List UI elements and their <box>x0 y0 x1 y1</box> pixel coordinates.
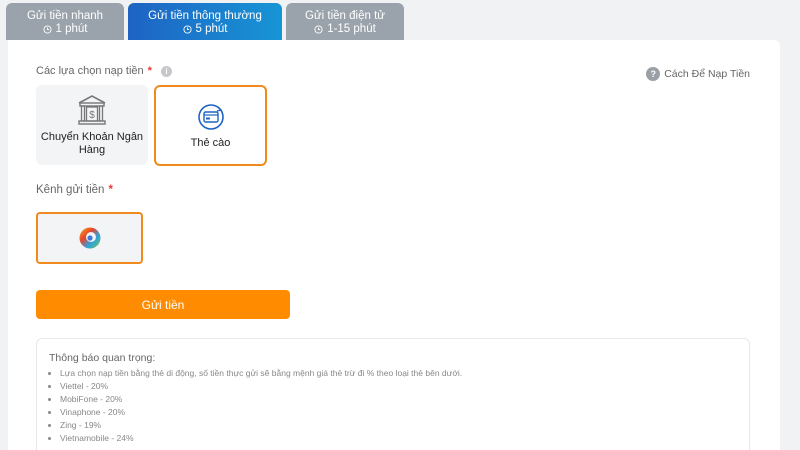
deposit-channel-text: Kênh gửi tiền <box>36 184 105 196</box>
option-scratch-card[interactable]: Thẻ cào <box>154 85 267 166</box>
tab-time-row: 1-15 phút <box>286 23 404 36</box>
clock-icon <box>182 25 192 34</box>
tab-label: Gửi tiền thông thường <box>148 10 262 22</box>
channel-logo-icon <box>79 227 100 249</box>
list-item: MobiFone - 20% <box>60 393 737 406</box>
tab-time: 5 phút <box>195 23 228 35</box>
tab-label: Gửi tiền nhanh <box>26 10 104 22</box>
bank-icon: $ <box>78 94 106 125</box>
option-label: Chuyển Khoản Ngân Hàng <box>41 131 143 157</box>
tab-label: Gửi tiền điện tử <box>305 10 385 22</box>
tab-time: 1-15 phút <box>327 23 376 35</box>
required-marker: * <box>108 184 113 196</box>
info-icon[interactable]: i <box>160 65 172 77</box>
required-marker: * <box>147 65 152 77</box>
tab-crypto-deposit[interactable]: Gửi tiền điện tử 1-15 phút <box>286 3 404 40</box>
how-to-deposit-link[interactable]: ? Cách Để Nạp Tiền <box>646 67 750 81</box>
list-item: Viettel - 20% <box>60 380 737 393</box>
svg-text:$: $ <box>89 110 95 121</box>
deposit-options-text: Các lựa chọn nạp tiền <box>36 65 144 77</box>
deposit-channel-label: Kênh gửi tiền * <box>36 184 113 196</box>
help-icon: ? <box>646 67 661 81</box>
option-bank-transfer[interactable]: $ Chuyển Khoản Ngân Hàng <box>36 85 148 165</box>
clock-icon <box>314 25 323 34</box>
tab-time-row: 5 phút <box>128 23 282 36</box>
tab-time-row: 1 phút <box>6 23 124 36</box>
list-item: Lựa chọn nạp tiền bằng thẻ di động, số t… <box>60 367 737 380</box>
notice-list: Lựa chọn nạp tiền bằng thẻ di động, số t… <box>49 367 737 445</box>
tab-time: 1 phút <box>55 23 88 35</box>
deposit-tabs: Gửi tiền nhanh 1 phút Gửi tiền thông thư… <box>6 3 404 40</box>
important-notice: Thông báo quan trọng: Lựa chọn nạp tiền … <box>36 338 750 450</box>
notice-title: Thông báo quan trọng: <box>49 352 156 364</box>
list-item: Vietnamobile - 24% <box>60 432 737 445</box>
deposit-options-label: Các lựa chọn nạp tiền * i <box>36 65 172 77</box>
deposit-submit-button[interactable]: Gửi tiền <box>36 290 290 319</box>
deposit-channel-option[interactable] <box>36 212 143 264</box>
list-item: Vinaphone - 20% <box>60 406 737 419</box>
option-label-line: Hàng <box>78 143 106 156</box>
tab-normal-deposit[interactable]: Gửi tiền thông thường 5 phút <box>128 3 282 40</box>
option-label-line: Chuyển Khoản Ngân <box>40 130 144 143</box>
clock-icon <box>42 25 52 34</box>
tab-fast-deposit[interactable]: Gửi tiền nhanh 1 phút <box>6 3 124 40</box>
submit-label: Gửi tiền <box>141 297 185 312</box>
list-item: Zing - 19% <box>60 419 737 432</box>
option-label: Thẻ cào <box>190 136 231 149</box>
how-to-deposit-text: Cách Để Nạp Tiền <box>664 68 750 80</box>
scratch-card-icon <box>197 103 224 130</box>
deposit-panel: Các lựa chọn nạp tiền * i ? Cách Để Nạp … <box>8 40 780 450</box>
